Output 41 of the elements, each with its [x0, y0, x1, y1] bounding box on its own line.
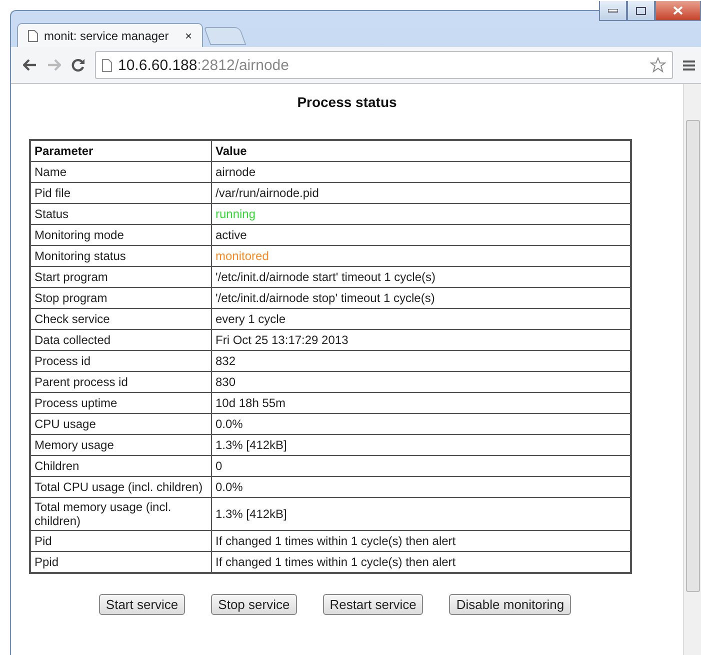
action-button[interactable]: Restart service — [322, 594, 424, 615]
table-cell: Memory usage — [30, 434, 211, 456]
table-cell: Status — [30, 204, 211, 224]
maximize-button[interactable] — [627, 1, 655, 21]
table-cell: Pid — [30, 530, 211, 552]
minimize-icon — [608, 8, 618, 12]
column-header: Parameter — [30, 140, 211, 162]
table-cell: Monitoring status — [30, 246, 211, 266]
star-icon[interactable] — [650, 57, 666, 73]
table-cell: Monitoring mode — [30, 224, 211, 246]
address-field[interactable]: 10.6.60.188:2812/airnode — [95, 51, 673, 79]
close-button[interactable] — [655, 1, 701, 21]
table-cell: Total CPU usage (incl. children) — [30, 476, 211, 498]
action-button[interactable]: Disable monitoring — [449, 594, 572, 615]
table-cell: CPU usage — [30, 414, 211, 434]
page-title: Process status — [297, 94, 397, 110]
reload-icon[interactable] — [71, 58, 85, 72]
table-cell: Check service — [30, 308, 211, 330]
scrollbar[interactable] — [683, 84, 701, 655]
table-cell: Parent process id — [30, 372, 211, 392]
table-cell: Data collected — [30, 330, 211, 350]
table-cell: Pid file — [30, 182, 211, 204]
menu-icon[interactable] — [683, 60, 695, 70]
table-cell: Children — [30, 456, 211, 476]
close-button[interactable]: × — [184, 28, 192, 42]
table-cell: Process uptime — [30, 392, 211, 414]
table-cell: Total memory usage (incl. children) — [30, 498, 211, 530]
back-icon[interactable] — [23, 59, 37, 71]
action-button[interactable]: Start service — [98, 594, 186, 615]
page-icon — [102, 58, 112, 72]
action-button[interactable]: Stop service — [211, 594, 297, 615]
page-icon — [28, 30, 38, 42]
table-cell: Process id — [30, 350, 211, 372]
table-cell: Stop program — [30, 288, 211, 308]
close-icon — [673, 6, 683, 15]
table-cell: Name — [30, 162, 211, 182]
browser-tab[interactable]: monit: service manager × — [17, 23, 203, 47]
tab-title: monit: service manager — [44, 28, 170, 42]
maximize-icon — [636, 6, 646, 14]
minimize-button[interactable] — [599, 1, 627, 21]
table-cell: Start program — [30, 266, 211, 288]
